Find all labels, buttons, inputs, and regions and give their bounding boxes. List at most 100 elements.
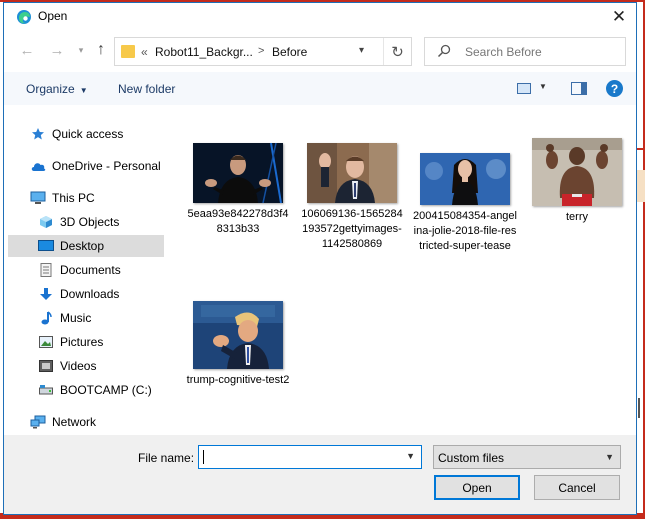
sidebar-item-this-pc[interactable]: This PC	[30, 187, 160, 209]
arrow-up-icon: ↑	[97, 41, 105, 58]
sidebar-item-label: Downloads	[60, 287, 120, 301]
file-name: 5eaa93e842278d3f48313b33	[187, 208, 289, 235]
sidebar-item-downloads[interactable]: Downloads	[38, 283, 162, 305]
file-type-select[interactable]: Custom files ▼	[433, 445, 621, 469]
drive-icon	[38, 382, 54, 398]
sidebar-item-label: Videos	[60, 359, 97, 373]
sidebar-item-desktop[interactable]: Desktop	[8, 235, 164, 257]
close-icon: ✕	[611, 6, 627, 26]
command-bar: Organize ▼ New folder ▼ ?	[4, 72, 636, 105]
music-icon	[38, 310, 54, 326]
dialog-title: Open	[38, 9, 68, 23]
file-item[interactable]: trump-cognitive-test2	[186, 301, 290, 388]
preview-pane-button[interactable]	[571, 82, 587, 95]
file-name: terry	[566, 211, 588, 223]
text-caret	[203, 450, 204, 464]
recent-locations-button[interactable]: ▾	[70, 39, 92, 61]
document-icon	[38, 262, 54, 278]
arrow-left-icon: ←	[19, 41, 35, 59]
sidebar-item-label: 3D Objects	[60, 215, 120, 229]
search-input[interactable]: Search Before	[424, 37, 626, 66]
sidebar-item-pictures[interactable]: Pictures	[38, 331, 162, 353]
breadcrumb-current[interactable]: Before	[272, 45, 307, 59]
up-button[interactable]: ↑	[90, 39, 112, 61]
file-item[interactable]: 5eaa93e842278d3f48313b33	[186, 143, 290, 237]
chevron-down-icon: ▼	[539, 82, 547, 91]
navigation-pane: Quick access OneDrive - Personal This PC…	[4, 105, 166, 435]
sidebar-item-label: OneDrive - Personal	[52, 159, 161, 173]
breadcrumb-overflow[interactable]: «	[141, 45, 148, 59]
background-panel	[637, 170, 645, 202]
folder-icon	[121, 45, 135, 58]
file-name: trump-cognitive-test2	[186, 374, 290, 386]
chevron-down-icon: ▾	[78, 44, 84, 55]
file-thumbnail	[193, 143, 283, 203]
cube-icon	[38, 214, 54, 230]
preview-pane-icon	[581, 83, 586, 94]
file-item[interactable]: 106069136-1565284193572gettyimages-11425…	[300, 143, 404, 252]
edge-browser-icon	[17, 10, 31, 24]
pictures-icon	[38, 334, 54, 350]
cloud-icon	[30, 158, 46, 174]
chevron-down-icon[interactable]: ▾	[359, 45, 364, 56]
sidebar-item-label: This PC	[52, 191, 95, 205]
computer-icon	[30, 190, 46, 206]
arrow-right-icon: →	[49, 41, 65, 59]
file-thumbnail	[307, 143, 397, 203]
sidebar-item-quick-access[interactable]: Quick access	[30, 123, 160, 145]
sidebar-item-network[interactable]: Network	[30, 411, 160, 433]
desktop-icon	[38, 238, 54, 254]
sidebar-item-bootcamp[interactable]: BOOTCAMP (C:)	[38, 379, 162, 401]
breadcrumb-parent[interactable]: Robot11_Backgr...	[155, 45, 253, 59]
back-button[interactable]: ←	[16, 39, 38, 61]
breadcrumb-separator-icon[interactable]: >	[258, 45, 264, 57]
open-button[interactable]: Open	[434, 475, 520, 500]
sidebar-item-label: Music	[60, 311, 92, 325]
background-divider	[638, 398, 643, 418]
file-item[interactable]: terry	[525, 138, 629, 225]
star-icon	[30, 126, 46, 142]
navigation-bar: ← → ▾ ↑ « Robot11_Backgr... > Before ▾ ↻	[4, 30, 636, 72]
search-icon	[437, 44, 451, 58]
view-icon	[517, 83, 531, 94]
refresh-button[interactable]: ↻	[383, 38, 411, 65]
new-folder-button[interactable]: New folder	[118, 82, 175, 96]
address-bar[interactable]: « Robot11_Backgr... > Before ▾ ↻	[114, 37, 412, 66]
close-button[interactable]: ✕	[602, 3, 636, 30]
open-file-dialog: Open ✕ ← → ▾ ↑ « Robot11_Backgr... > Bef…	[3, 2, 637, 515]
title-bar: Open ✕	[4, 3, 636, 30]
download-icon	[38, 286, 54, 302]
file-type-value: Custom files	[438, 451, 505, 465]
file-name: 200415084354-angelina-jolie-2018-file-re…	[413, 210, 517, 252]
sidebar-item-label: Pictures	[60, 335, 104, 349]
sidebar-item-onedrive[interactable]: OneDrive - Personal	[30, 155, 164, 177]
chevron-down-icon: ▼	[79, 86, 88, 95]
file-item[interactable]: 200415084354-angelina-jolie-2018-file-re…	[413, 153, 517, 254]
file-thumbnail	[420, 153, 510, 205]
sidebar-item-3d-objects[interactable]: 3D Objects	[38, 211, 162, 233]
forward-button[interactable]: →	[46, 39, 68, 61]
sidebar-item-label: Quick access	[52, 127, 124, 141]
sidebar-item-label: Network	[52, 415, 97, 429]
chevron-down-icon: ▼	[605, 452, 614, 462]
network-icon	[30, 414, 46, 430]
video-icon	[38, 358, 54, 374]
organize-button[interactable]: Organize ▼	[26, 82, 88, 96]
chevron-down-icon[interactable]: ▼	[406, 451, 415, 461]
help-button[interactable]: ?	[606, 80, 623, 97]
dialog-footer: File name: ▼ Custom files ▼ Open Cancel	[4, 435, 636, 514]
change-view-button[interactable]: ▼	[515, 82, 549, 96]
sidebar-item-music[interactable]: Music	[38, 307, 162, 329]
sidebar-item-videos[interactable]: Videos	[38, 355, 162, 377]
cancel-button[interactable]: Cancel	[534, 475, 620, 500]
file-thumbnail	[532, 138, 622, 206]
file-name: 106069136-1565284193572gettyimages-11425…	[301, 208, 403, 250]
sidebar-item-label: BOOTCAMP (C:)	[60, 383, 152, 397]
file-name-label: File name:	[138, 451, 195, 465]
file-name-input[interactable]: ▼	[198, 445, 422, 469]
search-placeholder: Search Before	[465, 45, 542, 59]
sidebar-item-documents[interactable]: Documents	[38, 259, 162, 281]
organize-label: Organize	[26, 82, 75, 96]
sidebar-item-label: Desktop	[60, 239, 105, 253]
help-icon: ?	[610, 81, 619, 96]
